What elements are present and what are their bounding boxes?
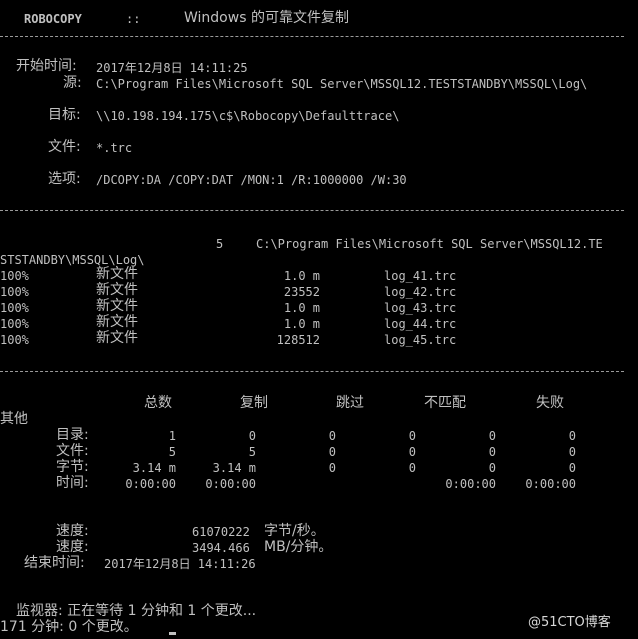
file-status: 新文件 <box>96 330 138 346</box>
file-name: log_41.trc <box>384 269 457 283</box>
end-time-label: 结束时间: <box>24 555 85 571</box>
options-label: 选项: <box>48 171 81 187</box>
file-size: 1.0 m <box>283 269 320 283</box>
cell-total: 3.14 m <box>132 461 176 475</box>
cell-failed: 0:00:00 <box>445 477 496 491</box>
file-size: 128512 <box>276 333 320 347</box>
files-value: *.trc <box>96 141 133 155</box>
summary-header-mismatch: 不匹配 <box>424 395 466 411</box>
file-status: 新文件 <box>96 282 138 298</box>
source-value: C:\Program Files\Microsoft SQL Server\MS… <box>96 77 588 91</box>
speed-unit-bytes: 字节/秒。 <box>264 523 325 539</box>
source-label: 源: <box>63 75 82 91</box>
file-status: 新文件 <box>96 298 138 314</box>
options-value: /DCOPY:DA /COPY:DAT /MON:1 /R:1000000 /W… <box>96 173 407 187</box>
cell-skipped: 0 <box>328 445 336 459</box>
start-time-value: 2017年12月8日 14:11:25 <box>96 61 248 75</box>
watermark: @51CTO博客 <box>528 615 611 630</box>
divider <box>0 36 624 37</box>
cell-mismatch: 0 <box>408 461 416 475</box>
cell-copied: 0:00:00 <box>205 477 256 491</box>
row-label: 文件: <box>56 443 89 459</box>
monitor-status: 监视器: 正在等待 1 分钟和 1 个更改... <box>16 603 257 619</box>
dest-label: 目标: <box>48 107 81 123</box>
cell-total: 5 <box>168 445 176 459</box>
file-percent: 100% <box>0 333 29 347</box>
file-name: log_42.trc <box>384 285 457 299</box>
cell-failed: 0 <box>488 445 496 459</box>
file-name: log_45.trc <box>384 333 457 347</box>
console-window[interactable]: ROBOCOPY :: Windows 的可靠文件复制 开始时间: 2017年1… <box>0 0 638 639</box>
cell-copied: 0 <box>248 429 256 443</box>
file-size: 1.0 m <box>283 301 320 315</box>
summary-header-failed: 失败 <box>536 395 564 411</box>
file-percent: 100% <box>0 301 29 315</box>
cell-mismatch: 0 <box>408 429 416 443</box>
cell-other: 0 <box>568 429 576 443</box>
speed-label-bytes: 速度: <box>56 523 89 539</box>
file-percent: 100% <box>0 317 29 331</box>
cell-mismatch: 0 <box>408 445 416 459</box>
file-percent: 100% <box>0 285 29 299</box>
dir-file-count: 5 <box>216 237 224 251</box>
speed-value-mb: 3494.466 <box>192 541 250 555</box>
speed-unit-mb: MB/分钟。 <box>264 539 333 555</box>
summary-header-copied: 复制 <box>240 395 268 411</box>
row-label: 字节: <box>56 459 89 475</box>
cell-copied: 5 <box>248 445 256 459</box>
cell-total: 0:00:00 <box>125 477 176 491</box>
cell-total: 1 <box>168 429 176 443</box>
file-name: log_44.trc <box>384 317 457 331</box>
file-size: 1.0 m <box>283 317 320 331</box>
file-name: log_43.trc <box>384 301 457 315</box>
cell-failed: 0 <box>488 429 496 443</box>
divider <box>0 210 624 211</box>
cell-skipped: 0 <box>328 461 336 475</box>
files-label: 文件: <box>48 139 81 155</box>
monitor-changes: 171 分钟: 0 个更改。 <box>0 619 138 635</box>
file-size: 23552 <box>283 285 320 299</box>
cell-other: 0 <box>568 445 576 459</box>
app-name: ROBOCOPY <box>24 12 82 26</box>
speed-value-bytes: 61070222 <box>192 525 250 539</box>
cell-other: 0:00:00 <box>525 477 576 491</box>
divider <box>0 371 624 372</box>
dir-path-line1: C:\Program Files\Microsoft SQL Server\MS… <box>256 237 603 251</box>
file-status: 新文件 <box>96 266 138 282</box>
row-label: 时间: <box>56 475 89 491</box>
text-cursor <box>169 632 176 635</box>
cell-other: 0 <box>568 461 576 475</box>
cell-skipped: 0 <box>328 429 336 443</box>
end-time-value: 2017年12月8日 14:11:26 <box>104 557 256 571</box>
cell-failed: 0 <box>488 461 496 475</box>
header-title: Windows 的可靠文件复制 <box>184 10 349 26</box>
speed-label-mb: 速度: <box>56 539 89 555</box>
header-separator: :: <box>126 12 141 26</box>
summary-header-total: 总数 <box>144 395 172 411</box>
summary-header-skipped: 跳过 <box>336 395 364 411</box>
file-status: 新文件 <box>96 314 138 330</box>
cell-copied: 3.14 m <box>212 461 256 475</box>
summary-header-other: 其他 <box>0 411 28 427</box>
row-label: 目录: <box>56 427 89 443</box>
file-percent: 100% <box>0 269 29 283</box>
dest-value: \\10.198.194.175\c$\Robocopy\Defaulttrac… <box>96 109 400 123</box>
start-time-label: 开始时间: <box>16 58 77 74</box>
